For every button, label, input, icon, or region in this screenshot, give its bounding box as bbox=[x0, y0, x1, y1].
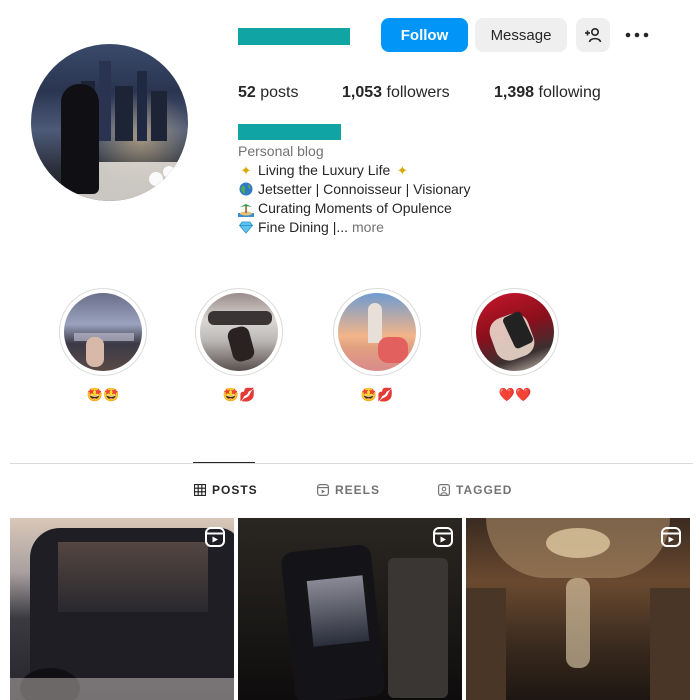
tab-tagged[interactable]: TAGGED bbox=[438, 483, 512, 497]
reels-icon bbox=[317, 484, 329, 496]
reel-badge-icon bbox=[433, 527, 453, 547]
bio-category: Personal blog bbox=[238, 143, 324, 159]
island-icon bbox=[238, 201, 254, 217]
highlight-label: 🤩🤩 bbox=[86, 387, 120, 402]
options-button[interactable] bbox=[622, 18, 652, 52]
sparkles-icon: ✦ bbox=[396, 162, 408, 178]
post-thumbnail[interactable] bbox=[238, 518, 462, 700]
story-highlight[interactable] bbox=[59, 288, 147, 376]
suggest-accounts-button[interactable] bbox=[576, 18, 610, 52]
bio-line: Fine Dining |... more bbox=[238, 218, 470, 237]
highlight-label: 🤩💋 bbox=[222, 387, 256, 402]
full-name-redacted bbox=[238, 124, 341, 140]
tabs-divider bbox=[10, 463, 693, 464]
follow-button[interactable]: Follow bbox=[381, 18, 468, 52]
post-thumbnail[interactable] bbox=[466, 518, 690, 700]
bio-line: Curating Moments of Opulence bbox=[238, 199, 470, 218]
highlight-label: ❤️❤️ bbox=[498, 387, 532, 402]
globe-icon bbox=[238, 182, 254, 198]
gem-icon bbox=[238, 220, 254, 236]
tagged-icon bbox=[438, 484, 450, 496]
tab-reels[interactable]: REELS bbox=[317, 483, 380, 497]
story-highlight[interactable] bbox=[195, 288, 283, 376]
grid-icon bbox=[194, 484, 206, 496]
highlight-label: 🤩💋 bbox=[360, 387, 394, 402]
message-button[interactable]: Message bbox=[475, 18, 567, 52]
bio-line: ✦ Living the Luxury Life ✦ bbox=[238, 161, 470, 180]
story-highlight[interactable] bbox=[333, 288, 421, 376]
following-stat[interactable]: 1,398 following bbox=[494, 84, 601, 102]
active-tab-indicator bbox=[193, 462, 255, 463]
more-horizontal-icon bbox=[625, 32, 649, 38]
story-highlight[interactable] bbox=[471, 288, 559, 376]
reel-badge-icon bbox=[661, 527, 681, 547]
bio-more-link[interactable]: more bbox=[352, 218, 384, 237]
post-thumbnail[interactable] bbox=[10, 518, 234, 700]
profile-avatar[interactable] bbox=[31, 44, 188, 201]
username-redacted bbox=[238, 28, 350, 45]
bio-line: Jetsetter | Connoisseur | Visionary bbox=[238, 180, 470, 199]
posts-stat: 52 posts bbox=[238, 84, 299, 101]
tab-posts[interactable]: POSTS bbox=[194, 483, 258, 497]
bio-section: Personal blog ✦ Living the Luxury Life ✦… bbox=[238, 142, 470, 237]
sparkles-icon: ✦ bbox=[240, 162, 252, 178]
reel-badge-icon bbox=[205, 527, 225, 547]
add-user-icon bbox=[585, 27, 602, 43]
followers-stat[interactable]: 1,053 followers bbox=[342, 84, 450, 102]
